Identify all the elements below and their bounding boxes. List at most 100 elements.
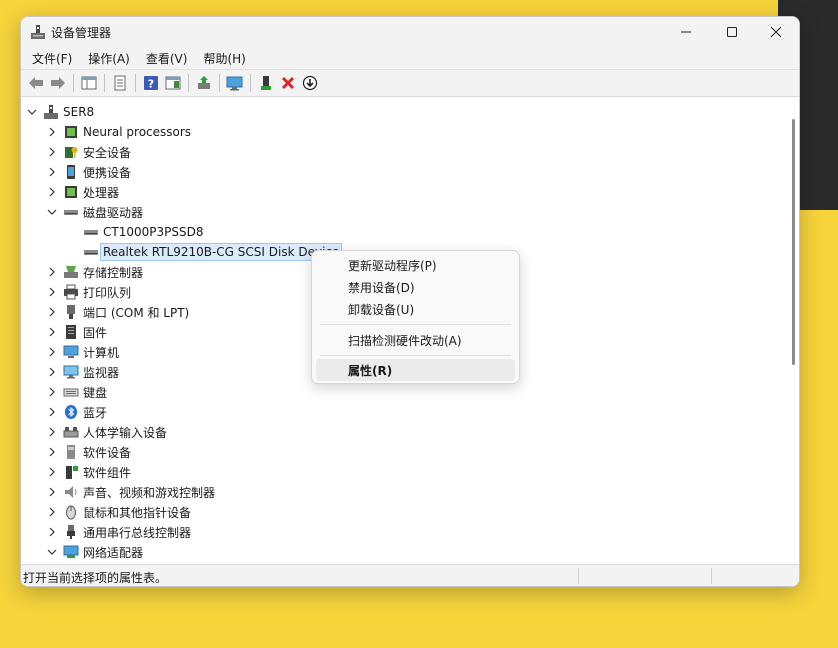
tree-category-label: 便携设备	[83, 165, 132, 180]
chevron-right-icon[interactable]	[47, 487, 57, 497]
disable-device-button[interactable]	[299, 72, 321, 94]
tree-category-label: 键盘	[83, 385, 108, 400]
toolbar-separator	[188, 74, 189, 92]
chevron-right-icon[interactable]	[47, 147, 57, 157]
chevron-right-icon[interactable]	[47, 527, 57, 537]
menu-scan-hardware[interactable]: 扫描检测硬件改动(A)	[316, 329, 515, 351]
chevron-down-icon[interactable]	[47, 207, 57, 217]
tree-category[interactable]: 计算机	[47, 342, 119, 362]
chevron-right-icon[interactable]	[47, 387, 57, 397]
tree-category[interactable]: 安全设备	[47, 142, 131, 162]
device-manager-app-icon	[31, 25, 45, 39]
tree-category[interactable]: 鼠标和其他指针设备	[47, 502, 191, 522]
chevron-right-icon[interactable]	[47, 347, 57, 357]
tree-category[interactable]: 监视器	[47, 362, 119, 382]
tree-category[interactable]: 键盘	[47, 382, 107, 402]
menu-view[interactable]: 查看(V)	[139, 48, 195, 69]
vertical-scrollbar[interactable]	[789, 97, 799, 564]
download-circle-icon	[302, 75, 318, 91]
tree-category-label: 端口 (COM 和 LPT)	[83, 305, 190, 320]
tree-category[interactable]: 软件设备	[47, 442, 131, 462]
tree-category[interactable]: Neural processors	[47, 122, 191, 142]
menu-update-driver[interactable]: 更新驱动程序(P)	[316, 254, 515, 276]
tree-category[interactable]: 磁盘驱动器	[47, 202, 143, 222]
help-button[interactable]: ?	[140, 72, 162, 94]
show-hide-console-tree-button[interactable]	[78, 72, 100, 94]
tree-category[interactable]: 端口 (COM 和 LPT)	[47, 302, 189, 322]
update-driver-button[interactable]	[193, 72, 215, 94]
close-button[interactable]	[753, 17, 799, 47]
tree-category[interactable]: 人体学输入设备	[47, 422, 167, 442]
scrollbar-thumb[interactable]	[792, 119, 795, 365]
menu-separator	[320, 324, 511, 325]
monitor-icon	[63, 364, 79, 380]
chevron-right-icon[interactable]	[47, 467, 57, 477]
tree-category[interactable]: 声音、视频和游戏控制器	[47, 482, 215, 502]
scan-hardware-button[interactable]	[224, 72, 246, 94]
scan-monitor-icon	[226, 76, 243, 91]
maximize-icon	[727, 27, 737, 37]
enable-device-button[interactable]	[255, 72, 277, 94]
tree-category-label: 处理器	[83, 185, 120, 200]
tree-category-label: 监视器	[83, 365, 120, 380]
chevron-right-icon[interactable]	[47, 167, 57, 177]
security-device-icon	[63, 144, 79, 160]
menu-action[interactable]: 操作(A)	[81, 48, 137, 69]
tree-device-selected[interactable]: Realtek RTL9210B-CG SCSI Disk Device	[83, 242, 343, 262]
forward-button[interactable]	[47, 72, 69, 94]
tree-category[interactable]: 网络适配器	[47, 542, 143, 562]
printer-icon	[63, 284, 79, 300]
minimize-button[interactable]	[663, 17, 709, 47]
status-divider	[711, 568, 712, 584]
menu-item-label: 扫描检测硬件改动(A)	[348, 333, 462, 348]
toolbar-separator	[104, 74, 105, 92]
chevron-right-icon[interactable]	[47, 187, 57, 197]
tree-category-label: 人体学输入设备	[83, 425, 168, 440]
chevron-right-icon[interactable]	[47, 307, 57, 317]
tree-category[interactable]: 便携设备	[47, 162, 131, 182]
back-button[interactable]	[25, 72, 47, 94]
properties-button[interactable]	[109, 72, 131, 94]
tree-category[interactable]: 打印队列	[47, 282, 131, 302]
menu-help[interactable]: 帮助(H)	[196, 48, 252, 69]
disk-drive-icon	[63, 204, 79, 220]
help-icon: ?	[144, 76, 158, 91]
chevron-down-icon[interactable]	[27, 107, 37, 117]
tree-category[interactable]: 软件组件	[47, 462, 131, 482]
chevron-right-icon[interactable]	[47, 127, 57, 137]
maximize-button[interactable]	[709, 17, 755, 47]
tree-category[interactable]: 蓝牙	[47, 402, 107, 422]
tree-category[interactable]: 固件	[47, 322, 107, 342]
menu-file[interactable]: 文件(F)	[25, 48, 79, 69]
chevron-right-icon[interactable]	[47, 427, 57, 437]
tree-device-label: CT1000P3PSSD8	[103, 225, 204, 239]
tree-category[interactable]: 通用串行总线控制器	[47, 522, 191, 542]
chevron-right-icon[interactable]	[47, 367, 57, 377]
neural-processor-icon	[63, 124, 79, 140]
menu-item-label: 卸载设备(U)	[348, 302, 415, 317]
menu-disable-device[interactable]: 禁用设备(D)	[316, 276, 515, 298]
tree-device[interactable]: CT1000P3PSSD8	[83, 222, 203, 242]
window-title: 设备管理器	[51, 26, 112, 40]
chevron-right-icon[interactable]	[47, 407, 57, 417]
tree-category[interactable]: 存储控制器	[47, 262, 143, 282]
menu-separator	[320, 355, 511, 356]
chevron-right-icon[interactable]	[47, 447, 57, 457]
menu-properties[interactable]: 属性(R)	[316, 359, 515, 381]
chevron-right-icon[interactable]	[47, 507, 57, 517]
port-icon	[63, 304, 79, 320]
chevron-right-icon[interactable]	[47, 287, 57, 297]
tree-root[interactable]: SER8	[27, 102, 94, 122]
status-text: 打开当前选择项的属性表。	[23, 571, 168, 585]
tree-category[interactable]: 处理器	[47, 182, 119, 202]
uninstall-device-button[interactable]	[277, 72, 299, 94]
tree-device-label: Realtek RTL9210B-CG SCSI Disk Device	[100, 243, 343, 261]
processor-icon	[63, 184, 79, 200]
chevron-down-icon[interactable]	[47, 547, 57, 557]
action-pane-button[interactable]	[162, 72, 184, 94]
chevron-right-icon[interactable]	[47, 267, 57, 277]
chevron-right-icon[interactable]	[47, 327, 57, 337]
menu-uninstall-device[interactable]: 卸载设备(U)	[316, 298, 515, 320]
svg-text:?: ?	[148, 78, 154, 91]
status-divider	[578, 568, 579, 584]
